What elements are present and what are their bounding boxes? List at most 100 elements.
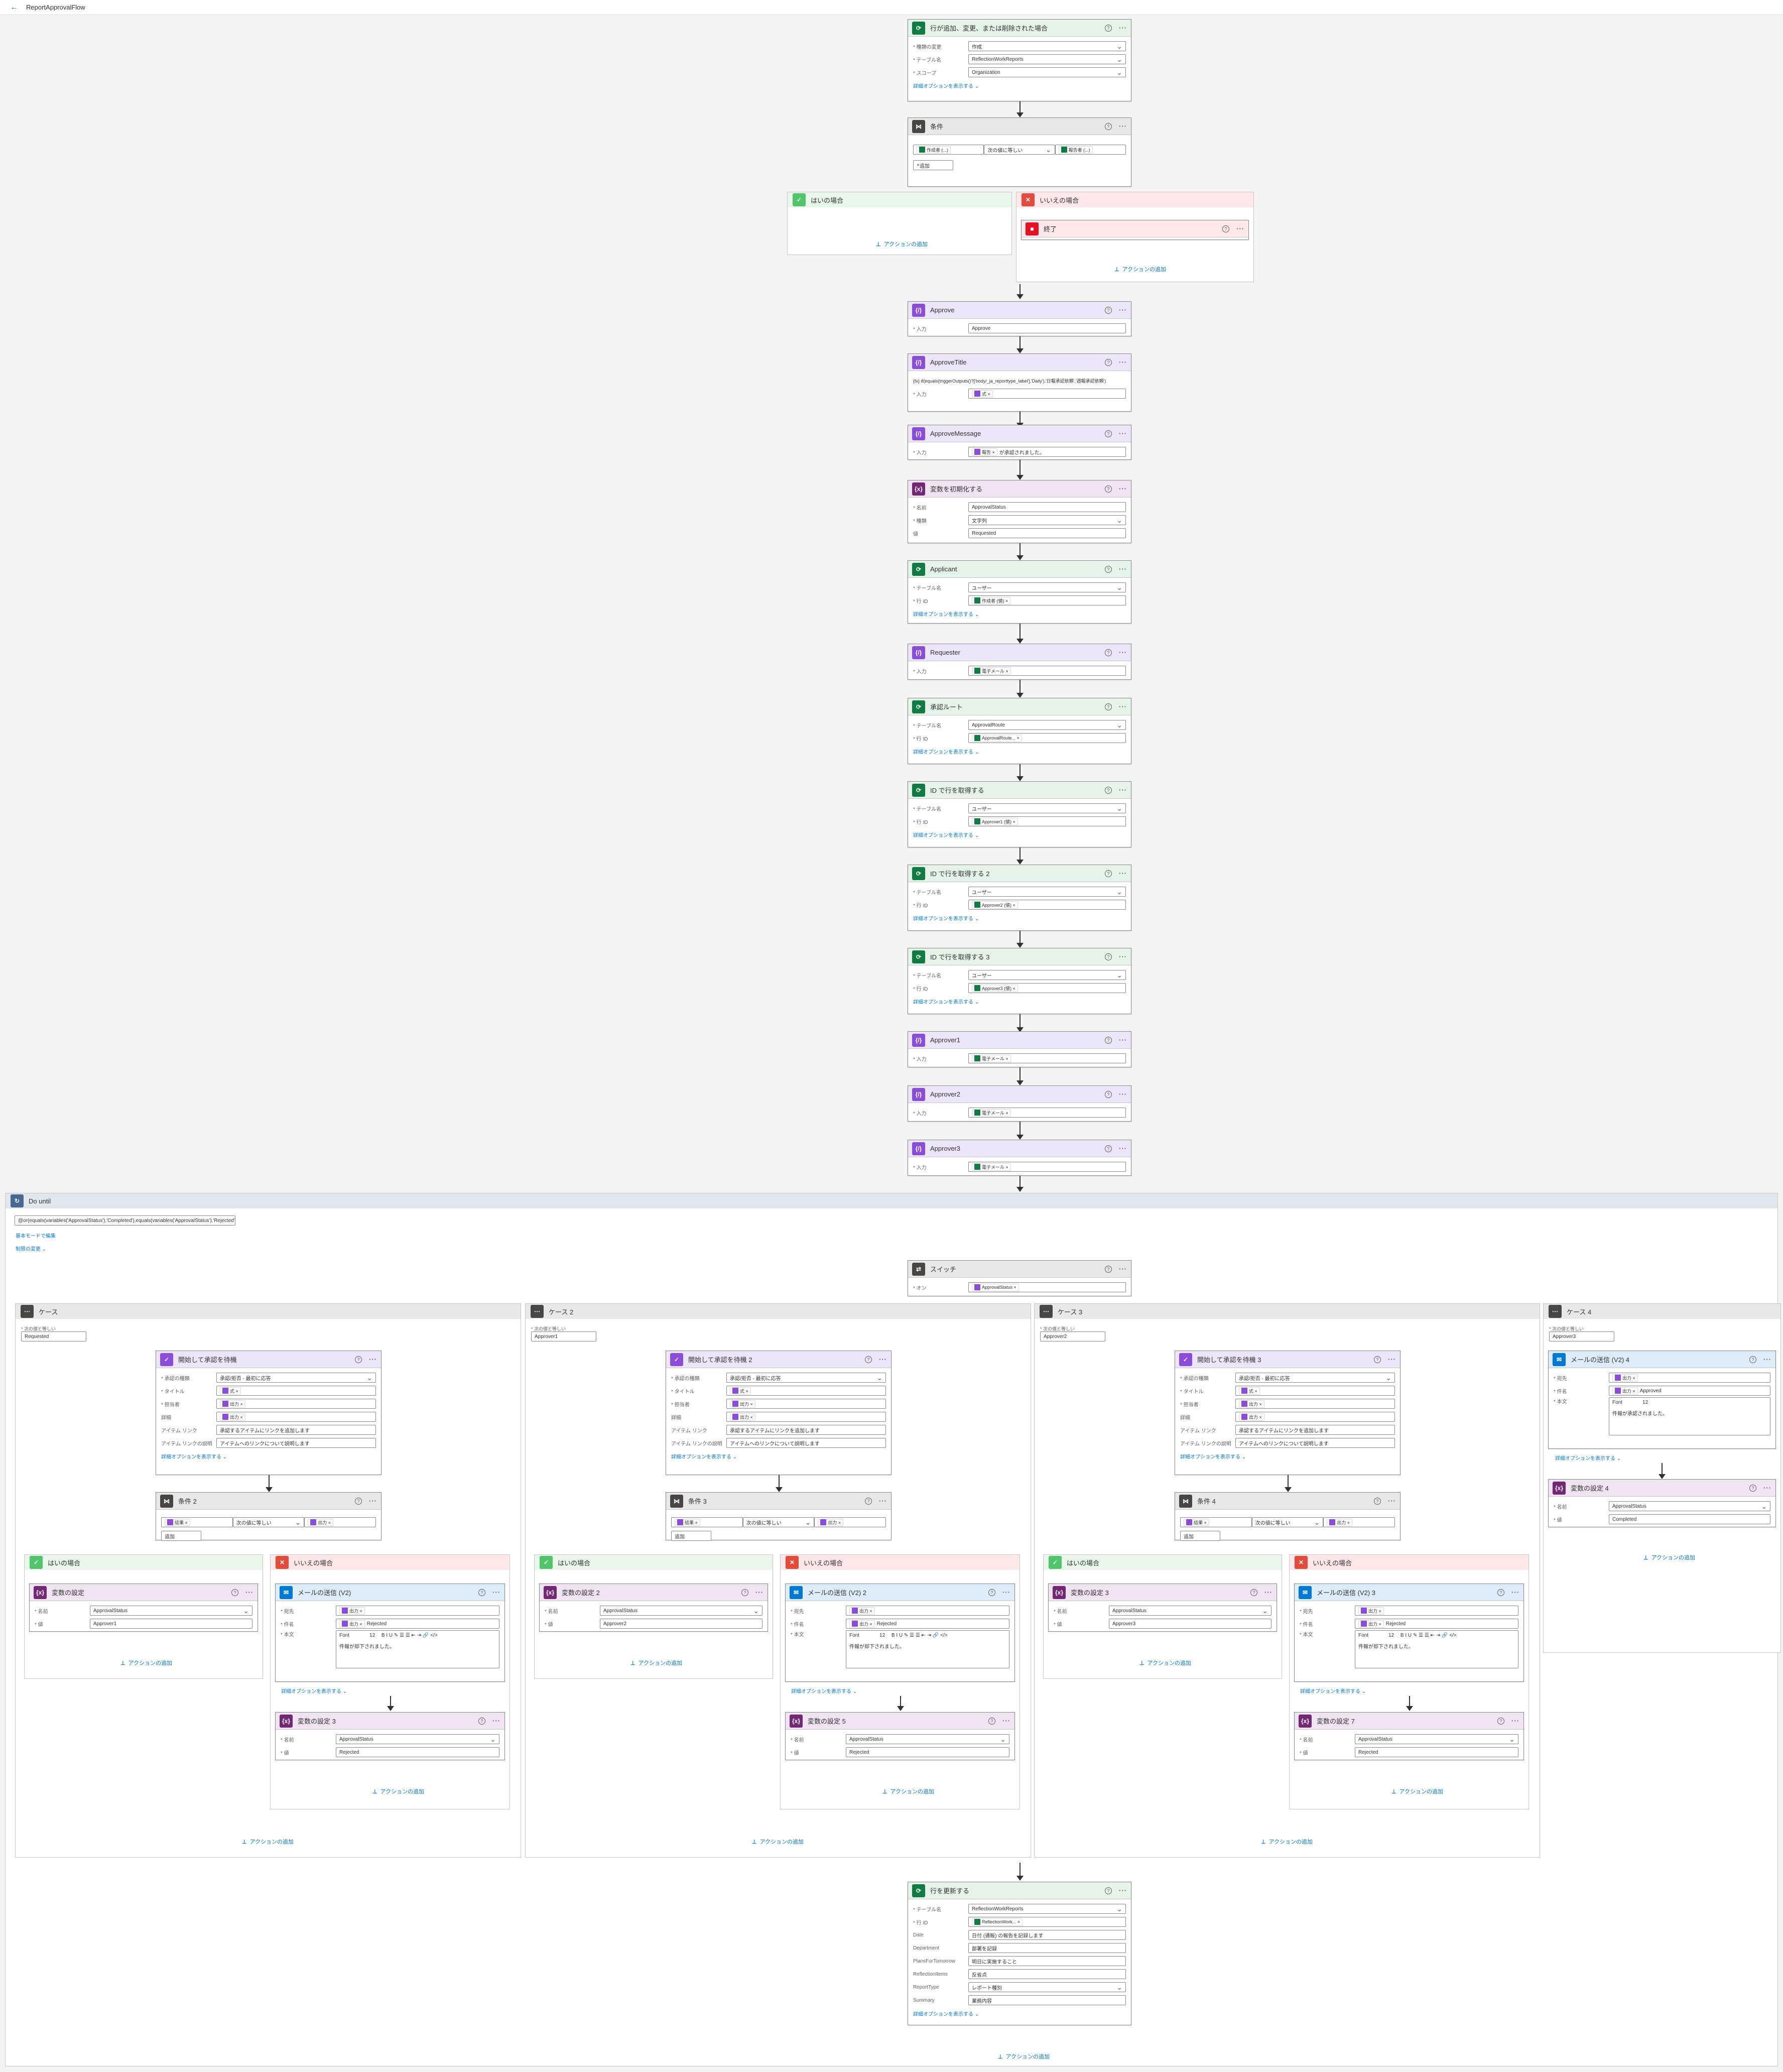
condition-left[interactable]: 作成者 (...) <box>913 145 984 155</box>
more-options-icon[interactable]: ··· <box>1119 24 1127 32</box>
edit-basic-mode-link[interactable]: 基本モードで編集 <box>16 1232 56 1239</box>
approval-field-input[interactable]: 出力 × <box>1235 1412 1395 1422</box>
approver-input-input[interactable]: 電子メール × <box>968 1108 1126 1118</box>
add-action-button[interactable]: アクションの追加 <box>998 2052 1050 2060</box>
show-advanced-link[interactable]: 詳細オプションを表示する ⌄ <box>161 1452 376 1460</box>
applicant-card[interactable]: ⟳ Applicant? ··· * テーブル名 ユーザー * 行 ID 作成者 (値) ×… <box>908 560 1131 624</box>
case-yes-branch-0-header[interactable]: ✓ はいの場合 <box>25 1555 263 1570</box>
send-email-card-2[interactable]: ✉ メールの送信 (V2) 3? ··· * 宛先 出力 × * 件名 出力 × Reject… <box>1294 1583 1524 1682</box>
font-size-select[interactable]: 12 <box>369 1633 375 1638</box>
more-options-icon[interactable]: ··· <box>1763 1356 1771 1363</box>
case-container-2-header[interactable]: ⋯ ケース 3 <box>1035 1304 1540 1319</box>
add-action-button[interactable]: アクションの追加 <box>876 240 928 248</box>
approval-field-input[interactable]: 式 × <box>726 1386 886 1396</box>
approval-field-input[interactable]: 出力 × <box>1235 1399 1395 1409</box>
show-advanced-link[interactable]: 詳細オプションを表示する ⌄ <box>913 82 1126 89</box>
setvar-name-input[interactable]: ApprovalStatus <box>1109 1606 1271 1616</box>
case-value-input[interactable]: Approver1 <box>531 1331 596 1342</box>
approver-card-1-header[interactable]: {/} Approver2? ··· <box>908 1086 1131 1103</box>
help-icon[interactable]: ? <box>1105 1036 1112 1044</box>
add-condition-button[interactable]: + 追加 <box>913 160 953 170</box>
add-action-button[interactable]: アクションの追加 <box>1261 1838 1313 1846</box>
case-yes-branch-2-header[interactable]: ✓ はいの場合 <box>1044 1555 1282 1570</box>
set-variable-no-card-1[interactable]: {x} 変数の設定 5? ··· * 名前 ApprovalStatus * 値 Rejec… <box>785 1712 1015 1760</box>
expression-row[interactable]: {fx} if(equals(triggerOutputs()?['body/_… <box>913 374 1126 387</box>
font-size-select[interactable]: 12 <box>1642 1400 1648 1405</box>
setvar-name-input[interactable]: ApprovalStatus <box>1609 1501 1770 1511</box>
rowid-field-input[interactable]: 作成者 (値) × <box>968 595 1126 605</box>
more-options-icon[interactable]: ··· <box>1119 1887 1127 1894</box>
show-advanced-link[interactable]: 詳細オプションを表示する ⌄ <box>281 1687 347 1694</box>
more-options-icon[interactable]: ··· <box>1119 358 1127 366</box>
help-icon[interactable]: ? <box>355 1497 362 1505</box>
dynamic-token[interactable]: 電子メール × <box>972 667 1011 675</box>
dynamic-token[interactable]: 作成者 (値) × <box>972 596 1011 604</box>
rowid-field-input[interactable]: Approver3 (値) × <box>968 983 1126 993</box>
more-options-icon[interactable]: ··· <box>1119 430 1127 437</box>
condition-left[interactable]: 結果 × <box>1180 1517 1252 1527</box>
help-icon[interactable]: ? <box>355 1356 362 1363</box>
setvar-value-input[interactable]: Rejected <box>1355 1747 1518 1757</box>
compose-card-2[interactable]: {/} ApproveMessage? ··· * 入力 報告 × が承認されました。 <box>908 425 1131 460</box>
dynamic-token[interactable]: ApprovalStatus × <box>972 1283 1019 1291</box>
condition-card-header[interactable]: ⋈ 条件? ··· <box>908 118 1131 135</box>
help-icon[interactable]: ? <box>1105 358 1112 366</box>
add-action-button[interactable]: アクションの追加 <box>1114 265 1166 273</box>
table-field-input[interactable]: ユーザー <box>968 803 1126 813</box>
approval-field-input[interactable]: 承認/拒否 - 最初に応答 <box>216 1373 376 1383</box>
approval-field-input[interactable]: 承認するアイテムにリンクを追加します <box>726 1425 886 1435</box>
more-options-icon[interactable]: ··· <box>245 1589 253 1596</box>
set-variable-card-3[interactable]: {x} 変数の設定 4? ··· * 名前 ApprovalStatus * 値 Compl… <box>1548 1479 1776 1527</box>
approval-route-card[interactable]: ⟳ 承認ルート? ··· * テーブル名 ApprovalRoute * 行 ID Appr… <box>908 698 1131 764</box>
approval-field-input[interactable]: 出力 × <box>726 1412 886 1422</box>
condition-card-2[interactable]: ⋈ 条件 4? ··· 結果 × 次の値に等しい 出力 × 追加 <box>1175 1492 1400 1541</box>
dynamic-token[interactable]: 式 × <box>220 1387 241 1395</box>
more-options-icon[interactable]: ··· <box>879 1497 887 1505</box>
add-action-button[interactable]: アクションの追加 <box>630 1659 682 1667</box>
update-field-input[interactable]: 日付 (通販) の報告を記録します <box>968 1930 1126 1940</box>
show-advanced-link[interactable]: 詳細オプションを表示する ⌄ <box>913 831 1126 838</box>
approval-field-input[interactable]: 承認/拒否 - 最初に応答 <box>726 1373 886 1383</box>
case-value-input[interactable]: Approver3 <box>1549 1331 1614 1342</box>
dynamic-token[interactable]: Approver3 (値) × <box>972 984 1018 992</box>
add-action-button[interactable]: アクションの追加 <box>1139 1659 1191 1667</box>
dynamic-token[interactable]: 式 × <box>1239 1387 1260 1395</box>
help-icon[interactable]: ? <box>478 1717 485 1725</box>
help-icon[interactable]: ? <box>1749 1356 1756 1363</box>
update-field-input[interactable]: 反省点 <box>968 1969 1126 1979</box>
case-value-input[interactable]: Requested <box>21 1331 86 1342</box>
dynamic-token[interactable]: 出力 × <box>849 1607 875 1615</box>
more-options-icon[interactable]: ··· <box>1264 1589 1272 1596</box>
case-container-1-header[interactable]: ⋯ ケース 2 <box>526 1304 1031 1319</box>
more-options-icon[interactable]: ··· <box>1119 786 1127 794</box>
help-icon[interactable]: ? <box>1105 1887 1112 1894</box>
show-advanced-link[interactable]: 詳細オプションを表示する ⌄ <box>913 914 1126 922</box>
help-icon[interactable]: ? <box>865 1497 872 1505</box>
approval-wait-card-2[interactable]: ✓ 開始して承認を待機 3? ··· * 承認の種類 承認/拒否 - 最初に応答 * タイ… <box>1175 1351 1400 1475</box>
dynamic-token[interactable]: 出力 × <box>1612 1374 1638 1382</box>
trigger-field-input[interactable]: ReflectionWorkReports <box>968 54 1126 64</box>
switch-on-input[interactable]: ApprovalStatus × <box>968 1282 1126 1292</box>
dynamic-token[interactable]: 作成者 (...) <box>917 146 951 154</box>
more-options-icon[interactable]: ··· <box>1119 485 1127 493</box>
setvar-name-input[interactable]: ApprovalStatus <box>90 1606 252 1616</box>
approval-field-input[interactable]: 出力 × <box>216 1399 376 1409</box>
add-action-button[interactable]: アクションの追加 <box>242 1838 294 1846</box>
more-options-icon[interactable]: ··· <box>1388 1497 1396 1505</box>
get-row-card-0[interactable]: ⟳ ID で行を取得する? ··· * テーブル名 ユーザー * 行 ID Approver… <box>908 781 1131 847</box>
terminate-card[interactable]: ■ 終了? ··· <box>1021 220 1249 240</box>
set-variable-no-card-1-header[interactable]: {x} 変数の設定 5? ··· <box>786 1713 1014 1730</box>
approver-card-2-header[interactable]: {/} Approver3? ··· <box>908 1140 1131 1157</box>
get-row-card-1[interactable]: ⟳ ID で行を取得する 2? ··· * テーブル名 ユーザー * 行 ID Approv… <box>908 865 1131 931</box>
help-icon[interactable]: ? <box>1105 953 1112 960</box>
format-icons[interactable]: B I U ✎ ☰ ☰ ⇤ ⇥ 🔗 </> <box>890 1633 948 1638</box>
more-options-icon[interactable]: ··· <box>1119 1265 1127 1273</box>
show-advanced-link[interactable]: 詳細オプションを表示する ⌄ <box>1300 1687 1366 1694</box>
initvar-field-input[interactable]: Requested <box>968 528 1126 538</box>
approver-card-2[interactable]: {/} Approver3? ··· * 入力 電子メール × <box>908 1140 1131 1176</box>
case-value-input[interactable]: Approver2 <box>1040 1331 1105 1342</box>
mail-subject-input[interactable]: 出力 × Rejected <box>1355 1619 1518 1629</box>
dynamic-token[interactable]: ApprovalRoute... × <box>972 734 1022 742</box>
font-select[interactable]: Font <box>339 1633 349 1638</box>
help-icon[interactable]: ? <box>988 1717 995 1725</box>
